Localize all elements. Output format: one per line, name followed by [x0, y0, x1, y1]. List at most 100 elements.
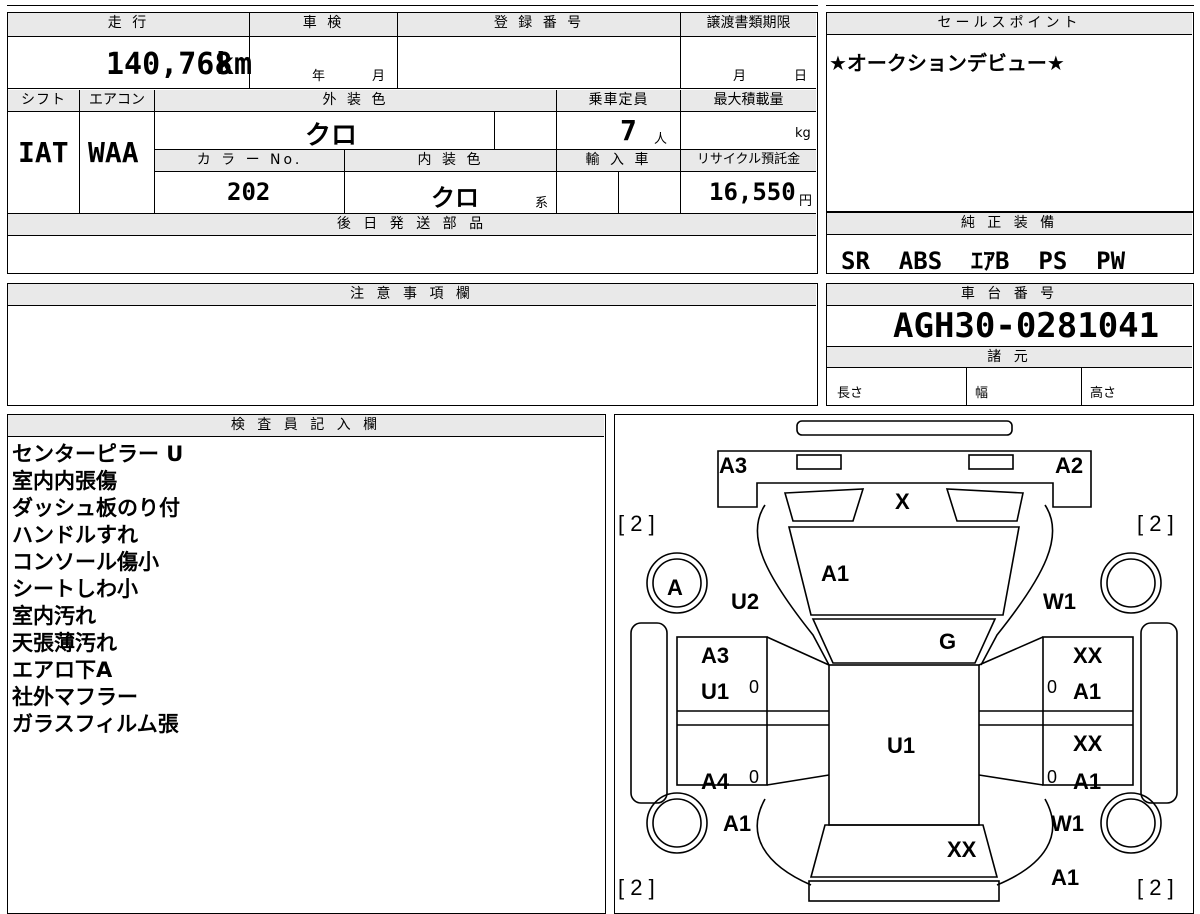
- inspection-year-unit: 年: [312, 69, 326, 84]
- color-no-label: カ ラ ー No.: [155, 150, 345, 172]
- damage-windshield-top: X: [895, 489, 910, 514]
- damage-right-rear-door-2: A1: [1073, 769, 1102, 794]
- rear-left-wheel-outer: [646, 792, 708, 854]
- recycle-deposit-value: 16,550: [709, 178, 796, 206]
- chassis-box: 車 台 番 号 AGH30-0281041 諸 元 長さ 幅 高さ: [826, 283, 1194, 406]
- zero-mark-right-rear: 0: [1047, 767, 1058, 787]
- inspector-note: センターピラー U: [12, 442, 184, 466]
- damage-roof: U1: [887, 733, 916, 758]
- specs-height-cell: 高さ: [1082, 368, 1192, 405]
- damage-right-front-door-1: XX: [1073, 643, 1103, 668]
- right-sill-shape: [1140, 622, 1178, 804]
- inspector-note: 室内内張傷: [12, 469, 117, 493]
- damage-right-rear-door-1: XX: [1073, 731, 1103, 756]
- ac-value: WAA: [88, 136, 139, 169]
- right-front-curve: [980, 504, 1054, 666]
- recycle-deposit-unit: 円: [799, 194, 813, 209]
- inspector-note: ダッシュ板のり付: [12, 496, 180, 520]
- equipment-label: 純 正 装 備: [827, 213, 1192, 235]
- interior-color-cell: クロ 系: [345, 172, 557, 214]
- transfer-day-unit: 日: [794, 69, 808, 84]
- zero-mark-right-front: 0: [1047, 677, 1058, 697]
- chassis-number: AGH30-0281041: [893, 306, 1160, 346]
- exterior-extra-cell: [495, 112, 557, 150]
- zero-mark-left-rear: 0: [749, 767, 760, 787]
- inspector-note: ガラスフィルム張: [12, 712, 179, 736]
- capacity-label: 乗車定員: [557, 90, 681, 112]
- interior-color-value: クロ: [431, 184, 479, 212]
- vehicle-info-table: 走 行 車 検 登 録 番 号 譲渡書類期限 140,768 km 年 月 月 …: [7, 12, 818, 274]
- right-lamp-shape: [968, 454, 1014, 470]
- damage-rear-glass: XX: [947, 837, 977, 862]
- front-right-wheel-outer: [1100, 552, 1162, 614]
- specs-width-cell: 幅: [967, 368, 1082, 405]
- import-cell-2: [619, 172, 681, 214]
- capacity-cell: 7 人: [557, 112, 681, 150]
- tire-label-rear-right: [ 2 ]: [1137, 875, 1174, 900]
- right-mirror-shape: [945, 488, 1024, 522]
- transfer-month-unit: 月: [733, 69, 747, 84]
- damage-left-rear-fender: A1: [723, 811, 752, 836]
- inspector-note: エアロ下A: [12, 658, 113, 682]
- mileage-label: 走 行: [8, 13, 250, 37]
- recycle-deposit-label: リサイクル預託金: [681, 150, 816, 172]
- notes-box: 注 意 事 項 欄: [7, 283, 818, 406]
- rear-right-wheel-outer: [1100, 792, 1162, 854]
- specs-length-cell: 長さ: [827, 368, 967, 405]
- damage-right-front-door-2: A1: [1073, 679, 1102, 704]
- specs-label: 諸 元: [827, 346, 1192, 368]
- exterior-color-value: クロ: [305, 121, 358, 151]
- interior-color-label: 内 装 色: [345, 150, 557, 172]
- inspector-notes: センターピラー U 室内内張傷 ダッシュ板のり付 ハンドルすれ コンソール傷小 …: [12, 441, 183, 738]
- sales-point-box: セールスポイント ★オークションデビュー★: [826, 12, 1194, 212]
- left-mirror-shape: [783, 488, 865, 522]
- damage-left-wheel: A: [667, 575, 683, 600]
- shift-label: シフト: [8, 90, 79, 112]
- inspector-note: コンソール傷小: [12, 550, 159, 574]
- import-label: 輸 入 車: [557, 150, 681, 172]
- top-strip: [7, 0, 818, 6]
- rear-bumper-shape: [808, 880, 1000, 902]
- damage-front-right-corner: A2: [1055, 453, 1084, 478]
- inspector-note: 社外マフラー: [12, 685, 138, 709]
- left-front-curve: [756, 504, 830, 666]
- inspector-note: シートしわ小: [12, 577, 138, 601]
- exterior-color-cell: クロ: [155, 112, 495, 151]
- equipment-box: 純 正 装 備 SR ABS ｴｱB PS PW: [826, 212, 1194, 275]
- max-load-unit: kg: [795, 126, 811, 141]
- transfer-deadline-cell: 月 日: [681, 37, 816, 89]
- import-cell-1: [557, 172, 619, 214]
- tire-label-rear-left: [ 2 ]: [618, 875, 655, 900]
- left-lamp-shape: [796, 454, 842, 470]
- top-strip-right: [826, 0, 1194, 6]
- rear-right-wheel-inner: [1106, 798, 1156, 848]
- damage-left-front-door-1: A3: [701, 643, 730, 668]
- mileage-unit: km: [216, 47, 253, 82]
- damage-left-rear-door: A4: [701, 769, 730, 794]
- damage-front-left-corner: A3: [719, 453, 748, 478]
- sales-point-text: ★オークションデビュー★: [829, 51, 1065, 75]
- inspection-label: 車 検: [250, 13, 398, 37]
- later-parts-label: 後 日 発 送 部 品: [8, 214, 816, 236]
- registration-label: 登 録 番 号: [398, 13, 681, 37]
- ac-cell: エアコン WAA: [80, 90, 155, 214]
- tire-label-front-left: [ 2 ]: [618, 511, 655, 536]
- tire-label-front-right: [ 2 ]: [1137, 511, 1174, 536]
- left-sill-shape: [630, 622, 668, 804]
- inspection-cell: 年 月: [250, 37, 398, 89]
- notes-label: 注 意 事 項 欄: [8, 284, 816, 306]
- specs-width-label: 幅: [975, 386, 989, 401]
- registration-cell: [398, 37, 681, 89]
- damage-diagram: [ 2 ] [ 2 ] [ 2 ] [ 2 ] A3 A2 X A1 A U2 …: [614, 414, 1194, 914]
- ac-label: エアコン: [80, 90, 154, 112]
- inspector-label: 検 査 員 記 入 欄: [8, 415, 604, 437]
- damage-right-rear-fender: W1: [1051, 811, 1084, 836]
- damage-left-front-door-2: U1: [701, 679, 730, 704]
- exterior-color-label: 外 装 色: [155, 90, 557, 112]
- transfer-deadline-label: 譲渡書類期限: [681, 13, 816, 37]
- right-rear-curve: [996, 798, 1054, 886]
- inspector-note: ハンドルすれ: [12, 523, 138, 547]
- specs-length-label: 長さ: [837, 386, 864, 401]
- max-load-label: 最大積載量: [681, 90, 816, 112]
- mileage-value: 140,768: [106, 47, 233, 82]
